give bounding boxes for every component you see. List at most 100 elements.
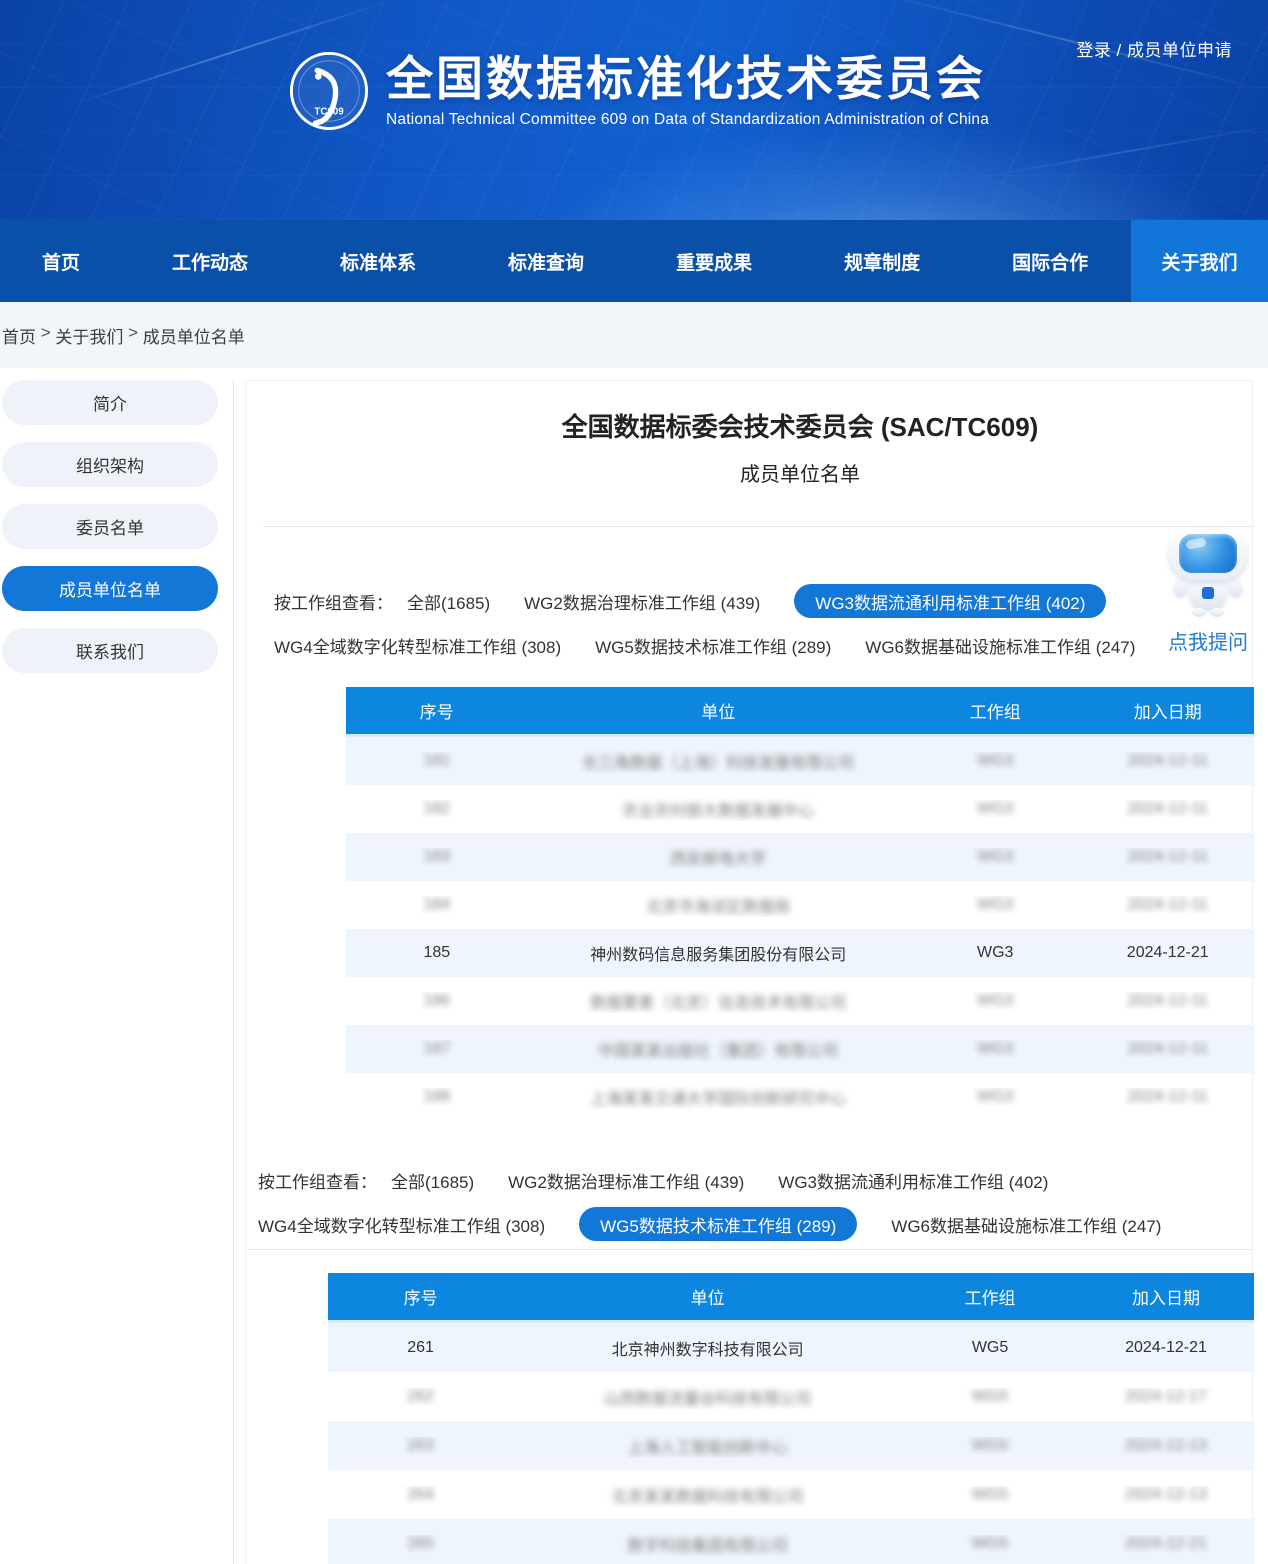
login-separator: / <box>1111 41 1127 60</box>
workgroup-filter[interactable]: WG5数据技术标准工作组 (289) <box>579 1207 857 1241</box>
sidebar-divider <box>233 380 234 1564</box>
cell-organization: 北京神州数字科技有限公司 <box>513 1336 902 1360</box>
cell-index: 186 <box>346 992 528 1010</box>
table-header-cell: 加入日期 <box>1078 1284 1254 1309</box>
cell-index: 188 <box>346 1088 528 1106</box>
cell-workgroup: WG5 <box>902 1388 1078 1406</box>
workgroup-filter[interactable]: WG4全域数字化转型标准工作组 (308) <box>258 1212 545 1237</box>
breadcrumb-bar: 首页 > 关于我们 > 成员单位名单 <box>0 302 1268 368</box>
workgroup-filter[interactable]: WG3数据流通利用标准工作组 (402) <box>794 584 1106 618</box>
workgroup-filter[interactable]: 全部(1685) <box>391 1168 474 1193</box>
table-row: 262 山西数据流量谷科技有限公司 WG5 2024-12-17 <box>328 1372 1254 1421</box>
cell-organization: 神州数码信息服务集团股份有限公司 <box>528 941 909 965</box>
cell-join-date: 2024-12-13 <box>1078 1437 1254 1455</box>
cell-organization: 数据要素（北京）信息技术有限公司 <box>528 989 909 1013</box>
cell-workgroup: WG5 <box>902 1486 1078 1504</box>
table-row: 184 北京市海淀区数据局 WG3 2024-12-11 <box>346 881 1254 929</box>
workgroup-filter[interactable]: 全部(1685) <box>407 589 490 614</box>
table-header-cell: 单位 <box>513 1284 902 1309</box>
workgroup-filter[interactable]: WG2数据治理标准工作组 (439) <box>508 1168 744 1193</box>
brand-block: TC609 全国数据标准化技术委员会 National Technical Co… <box>288 50 989 132</box>
cell-workgroup: WG3 <box>909 848 1082 866</box>
breadcrumb-link[interactable]: 成员单位名单 <box>143 323 245 348</box>
cell-workgroup: WG3 <box>909 1088 1082 1106</box>
main-panel: 全国数据标委会技术委员会 (SAC/TC609) 成员单位名单 点我提问 按工作… <box>245 380 1253 1564</box>
sidebar-item[interactable]: 简介 <box>2 380 218 425</box>
cell-workgroup: WG3 <box>909 800 1082 818</box>
nav-item[interactable]: 国际合作 <box>1012 248 1088 275</box>
filter-row: 按工作组查看： 全部(1685)WG2数据治理标准工作组 (439)WG3数据流… <box>274 583 1174 619</box>
member-table-wg5: 序号单位工作组加入日期 261 北京神州数字科技有限公司 WG5 2024-12… <box>328 1273 1254 1564</box>
cell-index: 261 <box>328 1339 513 1357</box>
robot-arm <box>1229 578 1242 596</box>
nav-item[interactable]: 标准查询 <box>508 248 584 275</box>
robot-mascot-icon[interactable] <box>1166 526 1250 622</box>
nav-item[interactable]: 标准体系 <box>340 248 416 275</box>
table-header-row: 序号单位工作组加入日期 <box>346 687 1254 737</box>
content-area: 简介组织架构委员名单成员单位名单联系我们 全国数据标委会技术委员会 (SAC/T… <box>0 368 1268 1564</box>
login-link[interactable]: 登录 <box>1076 41 1111 60</box>
filter-lead-label: 按工作组查看： <box>258 1168 377 1193</box>
member-apply-link[interactable]: 成员单位申请 <box>1127 41 1232 60</box>
cell-index: 182 <box>346 800 528 818</box>
workgroup-filter-section-2: 按工作组查看： 全部(1685) WG2数据治理标准工作组 (439) WG3数据流… <box>258 1162 1178 1242</box>
filter-row: WG4全域数字化转型标准工作组 (308) WG5数据技术标准工作组 (289) W… <box>274 627 1174 663</box>
member-table-wg3: 序号单位工作组加入日期 181 长三角数据（上海）科技发展有限公司 WG3 20… <box>346 687 1254 1121</box>
nav-item[interactable]: 重要成果 <box>676 248 752 275</box>
workgroup-filter[interactable]: WG2数据治理标准工作组 (439) <box>524 589 760 614</box>
sidebar-item[interactable]: 成员单位名单 <box>2 566 218 611</box>
cell-index: 184 <box>346 896 528 914</box>
cell-join-date: 2024-12-11 <box>1081 800 1254 818</box>
workgroup-filter[interactable]: WG5数据技术标准工作组 (289) <box>595 633 831 658</box>
table-row: 185 神州数码信息服务集团股份有限公司 WG3 2024-12-21 <box>346 929 1254 977</box>
cell-organization: 长三角数据（上海）科技发展有限公司 <box>528 749 909 773</box>
banner-glow-decoration <box>507 121 1267 220</box>
robot-emblem <box>1202 587 1214 599</box>
cell-workgroup: WG5 <box>902 1437 1078 1455</box>
cell-organization: 北京某某数据科技有限公司 <box>513 1483 902 1507</box>
cell-organization: 上海人工智能创新中心 <box>513 1434 902 1458</box>
sidebar-item[interactable]: 联系我们 <box>2 628 218 673</box>
cell-index: 185 <box>346 944 528 962</box>
cell-join-date: 2024-12-11 <box>1081 752 1254 770</box>
sidebar-item[interactable]: 组织架构 <box>2 442 218 487</box>
table-header-cell: 序号 <box>328 1284 513 1309</box>
breadcrumb: 首页 > 关于我们 > 成员单位名单 <box>0 323 245 348</box>
table-row: 186 数据要素（北京）信息技术有限公司 WG3 2024-12-11 <box>346 977 1254 1025</box>
filter-row: WG4全域数字化转型标准工作组 (308) WG5数据技术标准工作组 (289) W… <box>258 1206 1178 1242</box>
cell-organization: 西安邮电大学 <box>528 845 909 869</box>
table-body: 181 长三角数据（上海）科技发展有限公司 WG3 2024-12-11 182… <box>346 737 1254 1121</box>
nav-item[interactable]: 规章制度 <box>844 248 920 275</box>
cell-join-date: 2024-12-21 <box>1081 944 1254 962</box>
table-header-cell: 工作组 <box>909 698 1082 723</box>
table-header-row: 序号单位工作组加入日期 <box>328 1273 1254 1323</box>
workgroup-filter[interactable]: WG6数据基础设施标准工作组 (247) <box>891 1212 1161 1237</box>
robot-foot <box>1210 608 1224 617</box>
login-area: 登录 / 成员单位申请 <box>1076 36 1232 61</box>
nav-item[interactable]: 关于我们 <box>1131 220 1268 302</box>
cell-organization: 北京市海淀区数据局 <box>528 893 909 917</box>
nav-item[interactable]: 工作动态 <box>172 248 248 275</box>
filter-row: 按工作组查看： 全部(1685) WG2数据治理标准工作组 (439) WG3数据流… <box>258 1162 1178 1198</box>
table-row: 187 中国某某出版社（集团）有限公司 WG3 2024-12-11 <box>346 1025 1254 1073</box>
workgroup-filter-section-1: 按工作组查看： 全部(1685)WG2数据治理标准工作组 (439)WG3数据流… <box>274 583 1174 663</box>
breadcrumb-link[interactable]: 关于我们 <box>55 323 123 348</box>
nav-item[interactable]: 首页 <box>42 248 80 275</box>
robot-arm <box>1174 578 1187 596</box>
cell-index: 181 <box>346 752 528 770</box>
breadcrumb-item: > 成员单位名单 <box>123 323 244 348</box>
cell-join-date: 2024-12-21 <box>1078 1339 1254 1357</box>
breadcrumb-link[interactable]: 首页 <box>2 323 36 348</box>
cell-workgroup: WG3 <box>909 752 1082 770</box>
cell-join-date: 2024-12-11 <box>1081 848 1254 866</box>
table-header-cell: 单位 <box>528 698 909 723</box>
workgroup-filter[interactable]: WG6数据基础设施标准工作组 (247) <box>865 633 1135 658</box>
sidebar-item[interactable]: 委员名单 <box>2 504 218 549</box>
cell-join-date: 2024-12-11 <box>1081 992 1254 1010</box>
table-row: 263 上海人工智能创新中心 WG5 2024-12-13 <box>328 1421 1254 1470</box>
cell-workgroup: WG5 <box>902 1339 1078 1357</box>
table-row: 181 长三角数据（上海）科技发展有限公司 WG3 2024-12-11 <box>346 737 1254 785</box>
robot-screen <box>1179 534 1237 573</box>
workgroup-filter[interactable]: WG3数据流通利用标准工作组 (402) <box>778 1168 1048 1193</box>
workgroup-filter[interactable]: WG4全域数字化转型标准工作组 (308) <box>274 633 561 658</box>
